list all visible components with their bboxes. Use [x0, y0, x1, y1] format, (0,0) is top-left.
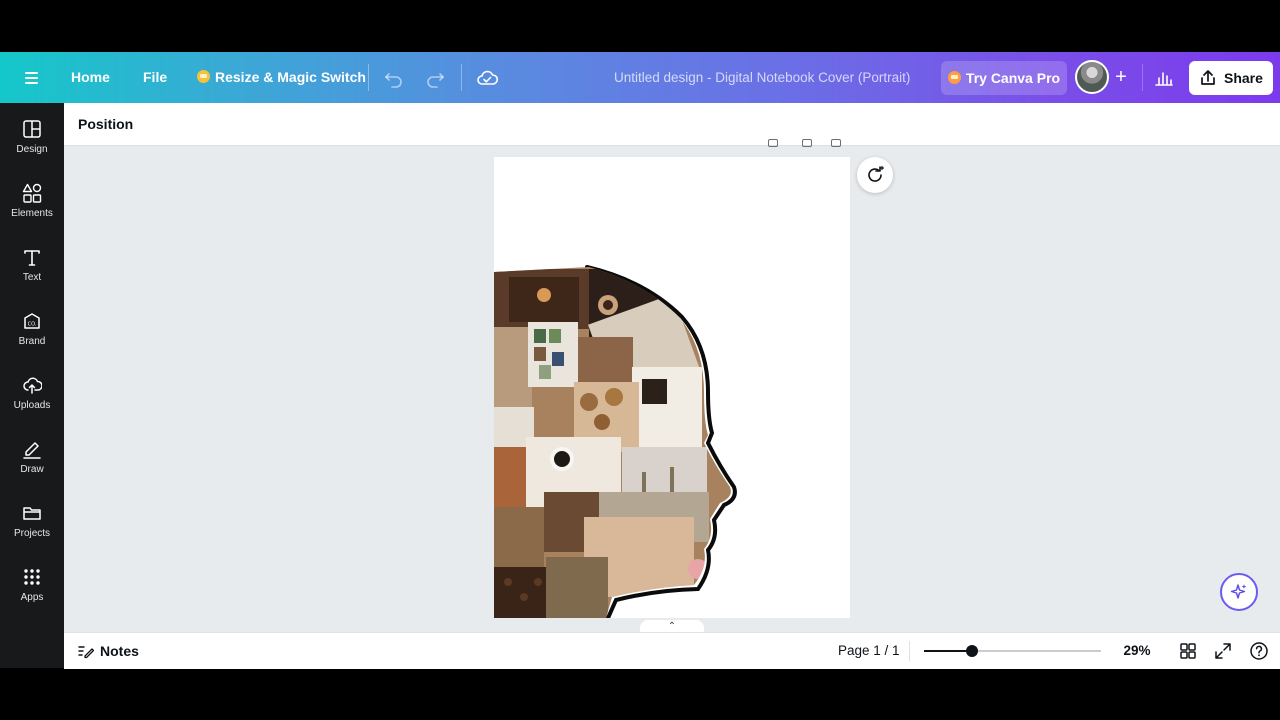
notes-pencil-icon: [78, 646, 94, 659]
avatar[interactable]: [1075, 60, 1109, 94]
document-title[interactable]: Untitled design - Digital Notebook Cover…: [614, 52, 910, 103]
bottom-bar: Notes Page 1 / 1 29%: [64, 632, 1280, 669]
cloud-save-icon[interactable]: [473, 64, 501, 92]
sidebar-item-design[interactable]: Design: [0, 115, 64, 171]
undo-icon[interactable]: [380, 64, 408, 92]
sidebar-item-label: Projects: [13, 528, 51, 539]
cloud-upload-icon: [23, 377, 42, 394]
resize-label: Resize & Magic Switch: [215, 69, 366, 85]
shapes-icon: [22, 183, 42, 203]
zoom-slider-fill: [924, 650, 972, 652]
left-sidebar: Design Elements Text CO. Brand Uploads D…: [0, 103, 64, 668]
sidebar-item-uploads[interactable]: Uploads: [0, 371, 64, 427]
notes-button[interactable]: Notes: [78, 633, 139, 669]
zoom-slider[interactable]: [924, 645, 1101, 657]
context-toolbar: Position: [64, 103, 1280, 146]
refresh-design-button[interactable]: [857, 157, 893, 193]
sidebar-item-projects[interactable]: Projects: [0, 499, 64, 555]
pro-label: Try Canva Pro: [965, 70, 1061, 86]
page-indicator[interactable]: Page 1 / 1: [838, 633, 900, 669]
magic-assistant-button[interactable]: [1220, 573, 1258, 611]
try-canva-pro-button[interactable]: Try Canva Pro: [941, 61, 1067, 95]
divider: [1142, 64, 1143, 91]
delete-page-icon[interactable]: [831, 139, 841, 147]
fullscreen-icon[interactable]: [1213, 641, 1233, 661]
layout-icon: [23, 120, 41, 138]
lock-page-icon[interactable]: [768, 139, 778, 147]
share-label: Share: [1224, 70, 1263, 86]
analytics-icon[interactable]: [1150, 64, 1178, 92]
sidebar-item-text[interactable]: Text: [0, 243, 64, 299]
crown-icon: [197, 70, 210, 83]
sidebar-item-label: Elements: [11, 208, 53, 219]
collage-head-silhouette[interactable]: [494, 157, 850, 618]
position-button[interactable]: Position: [78, 103, 133, 145]
pen-icon: [23, 442, 41, 459]
share-icon: [1201, 70, 1215, 85]
regenerate-icon: [868, 165, 885, 182]
show-pages-chevron-up-icon[interactable]: ⌃: [640, 620, 704, 632]
sidebar-item-label: Uploads: [13, 400, 51, 411]
file-menu-button[interactable]: File: [143, 52, 167, 103]
sidebar-item-apps[interactable]: Apps: [0, 563, 64, 619]
sidebar-item-label: Brand: [18, 336, 46, 347]
text-t-icon: [24, 250, 40, 266]
canva-editor: Home File Resize & Magic Switch Untitled…: [0, 52, 1280, 669]
menu-icon[interactable]: [18, 66, 46, 90]
help-icon[interactable]: [1249, 641, 1269, 661]
svg-text:CO.: CO.: [28, 322, 37, 328]
sidebar-item-label: Draw: [20, 464, 44, 475]
resize-magic-switch-button[interactable]: Resize & Magic Switch: [197, 52, 366, 103]
share-button[interactable]: Share: [1189, 61, 1273, 95]
home-button[interactable]: Home: [71, 52, 110, 103]
top-bar: Home File Resize & Magic Switch Untitled…: [0, 52, 1280, 103]
design-page[interactable]: [494, 157, 850, 618]
sidebar-item-brand[interactable]: CO. Brand: [0, 307, 64, 363]
notes-label: Notes: [100, 643, 139, 659]
zoom-slider-handle[interactable]: [965, 645, 978, 657]
sparkle-icon: [1230, 584, 1247, 599]
sidebar-item-label: Design: [16, 144, 48, 155]
zoom-level[interactable]: 29%: [1114, 633, 1160, 669]
sidebar-item-elements[interactable]: Elements: [0, 179, 64, 235]
grid-view-icon[interactable]: [1178, 641, 1198, 661]
brand-icon: CO.: [24, 313, 40, 329]
sidebar-item-draw[interactable]: Draw: [0, 435, 64, 491]
divider: [368, 64, 369, 91]
crown-icon: [947, 71, 961, 84]
sidebar-item-label: Apps: [20, 592, 44, 603]
add-collaborator-icon[interactable]: +: [1110, 66, 1132, 88]
redo-icon[interactable]: [421, 64, 449, 92]
duplicate-page-icon[interactable]: [802, 139, 812, 147]
sidebar-item-label: Text: [22, 272, 42, 283]
divider: [461, 64, 462, 91]
folder-icon: [23, 507, 41, 520]
divider: [909, 641, 910, 661]
grid-icon: [24, 569, 40, 585]
